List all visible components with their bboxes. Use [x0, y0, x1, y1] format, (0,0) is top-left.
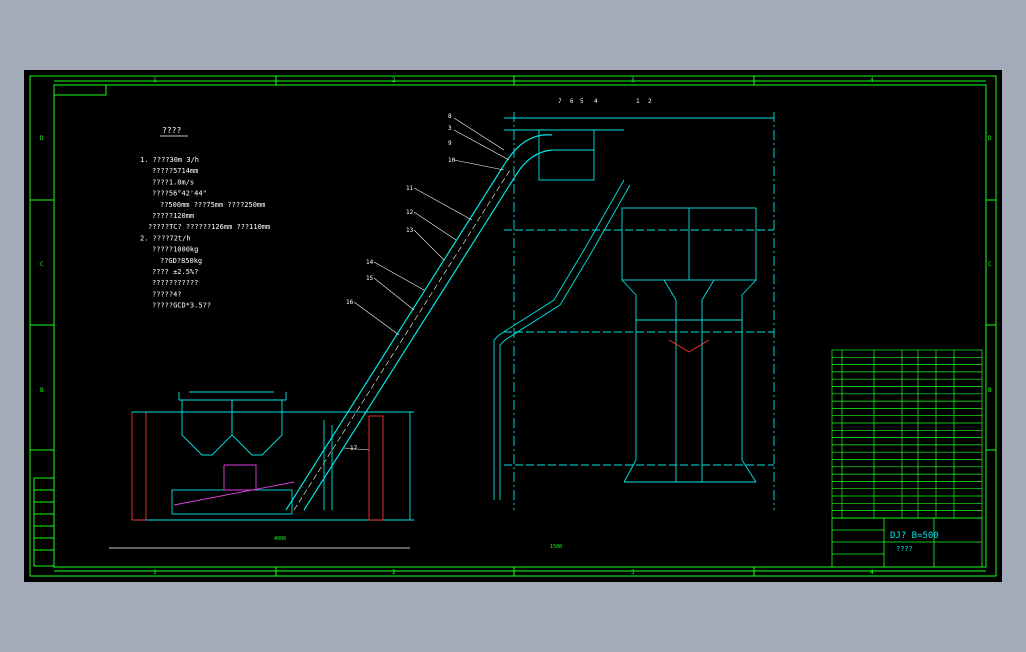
row-marker-c: C — [40, 261, 44, 268]
col-marker-3-bottom: 3 — [631, 569, 635, 576]
drawing-sheet: 1 2 3 4 1 2 3 4 D C B D C B ???? 1. ????… — [24, 70, 1002, 582]
callout-8: 8 — [448, 113, 452, 120]
row-marker-d: D — [40, 135, 44, 142]
conveyor-rail-lower — [285, 164, 505, 511]
callout-3: 3 — [448, 125, 452, 132]
notes-line: 1. ????30m 3/h — [140, 156, 199, 164]
red-marker-angle — [668, 339, 710, 353]
hopper-right — [231, 400, 283, 456]
col-marker-2: 2 — [392, 77, 396, 84]
row-marker-b: B — [40, 387, 44, 394]
col-marker-4: 4 — [870, 77, 874, 84]
title-block-title: DJ? B=500 — [890, 531, 939, 541]
notes-line: ????56°42'44" — [152, 190, 207, 198]
col-marker-4-bottom: 4 — [870, 569, 874, 576]
notes-line: ?????TC? ??????126mm ???110mm — [148, 223, 270, 231]
callout-16: 16 — [346, 299, 354, 306]
callout-7: 7 — [558, 98, 562, 105]
magenta-chute — [223, 464, 257, 491]
notes-line: ?????4? — [152, 290, 182, 298]
callout-10: 10 — [448, 157, 456, 164]
callout-14: 14 — [366, 259, 374, 266]
dimension-4000: 4000 — [274, 536, 286, 542]
callout-6: 6 — [570, 98, 574, 105]
callout-17: 17 — [350, 445, 358, 452]
dimension-1500: 1500 — [550, 544, 562, 550]
callout-12: 12 — [406, 209, 414, 216]
revision-strip — [33, 477, 55, 567]
head-drive-frame — [538, 129, 595, 181]
notes-line: 2. ????72t/h — [140, 234, 191, 242]
callout-labels: 8 3 9 10 11 12 13 14 15 16 17 7 6 5 4 1 … — [346, 98, 652, 452]
notes-heading: ???? — [162, 126, 181, 135]
silo-left-leg — [621, 279, 637, 483]
top-left-box — [53, 84, 107, 96]
callout-1: 1 — [636, 98, 640, 105]
callout-9: 9 — [448, 140, 452, 147]
cad-drawing: 1 2 3 4 1 2 3 4 D C B D C B ???? 1. ????… — [29, 75, 997, 577]
title-block — [831, 517, 983, 568]
row-marker-b-right: B — [988, 387, 992, 394]
technical-notes: ???? 1. ????30m 3/h ?????5714mm ????1.0m/s… — [140, 126, 270, 310]
callout-13: 13 — [406, 227, 414, 234]
discharge-chute — [493, 179, 625, 500]
callout-5: 5 — [580, 98, 584, 105]
col-marker-3: 3 — [631, 77, 635, 84]
row-marker-c-right: C — [988, 261, 992, 268]
notes-line: ?????5714mm — [152, 167, 198, 175]
callout-4: 4 — [594, 98, 598, 105]
silo-right-leg — [741, 279, 757, 483]
notes-line: ?????1000kg — [152, 246, 198, 254]
notes-line: ?????GCD*3.5?? — [152, 302, 211, 310]
parts-list-table — [831, 349, 983, 519]
callout-2: 2 — [648, 98, 652, 105]
notes-line: ????1.0m/s — [152, 178, 194, 186]
hopper-left — [181, 400, 233, 456]
notes-line: ??GD?850kg — [160, 257, 202, 265]
notes-line: ??500mm ???75mm ????250mm — [160, 201, 265, 209]
row-marker-d-right: D — [988, 135, 992, 142]
col-marker-2-bottom: 2 — [392, 569, 396, 576]
col-marker-1-bottom: 1 — [153, 569, 157, 576]
brick-wall-left — [131, 411, 147, 521]
col-marker-1: 1 — [153, 77, 157, 84]
callout-11: 11 — [406, 185, 414, 192]
notes-line: ?????120mm — [152, 212, 194, 220]
notes-line: ??????????? — [152, 279, 198, 287]
bucket-elevator-structure — [109, 112, 775, 549]
brick-wall-right — [368, 415, 384, 521]
notes-line: ???? ±2.5%? — [152, 268, 198, 276]
title-block-subtitle: ???? — [896, 545, 913, 553]
callout-15: 15 — [366, 275, 374, 282]
